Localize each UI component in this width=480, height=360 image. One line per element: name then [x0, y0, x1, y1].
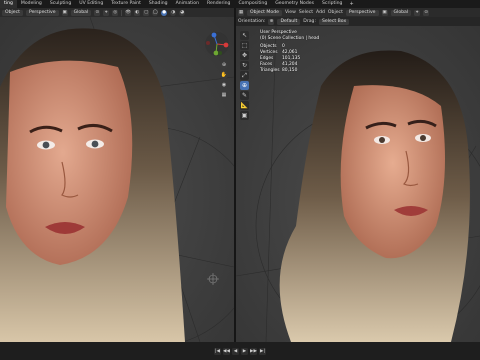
- tab-sculpting[interactable]: Sculpting: [46, 0, 75, 8]
- add-cube-icon[interactable]: ▣: [240, 111, 249, 120]
- navigation-gizmo[interactable]: [204, 31, 230, 57]
- snap-icon[interactable]: ⌖: [103, 9, 110, 16]
- view-icon[interactable]: ▣: [381, 9, 388, 16]
- menu-add[interactable]: Add: [316, 10, 325, 15]
- zoom-icon[interactable]: ⊕: [220, 61, 228, 69]
- pivot-icon[interactable]: ⊙: [423, 9, 430, 16]
- tab-uv-editing[interactable]: UV Editing: [75, 0, 107, 8]
- proportional-edit-icon[interactable]: ◎: [112, 9, 119, 16]
- jump-end-button[interactable]: ▶|: [259, 347, 266, 355]
- prev-keyframe-button[interactable]: ◀◀: [223, 347, 230, 355]
- rotate-icon[interactable]: ↻: [240, 61, 249, 70]
- tab-compositing[interactable]: Compositing: [234, 0, 271, 8]
- drag-label: Drag:: [303, 19, 316, 24]
- transform-icon[interactable]: ⊕: [240, 81, 249, 90]
- tab-modeling[interactable]: Modeling: [17, 0, 46, 8]
- menu-select[interactable]: Select: [299, 10, 313, 15]
- camera-icon[interactable]: ◉: [220, 81, 228, 89]
- tab-texture-paint[interactable]: Texture Paint: [107, 0, 145, 8]
- timeline-bar: |◀ ◀◀ ◀ ▶ ▶▶ ▶|: [0, 342, 480, 360]
- measure-icon[interactable]: 📐: [240, 101, 249, 110]
- view-perspective-dropdown[interactable]: Perspective: [345, 9, 379, 16]
- material-shading-icon[interactable]: ◑: [170, 9, 177, 16]
- move-icon[interactable]: ✥: [240, 51, 249, 60]
- header-separator: [121, 9, 123, 16]
- object-mode-dropdown[interactable]: Object Mode: [247, 9, 282, 16]
- next-keyframe-button[interactable]: ▶▶: [250, 347, 257, 355]
- tab-geometry-nodes[interactable]: Geometry Nodes: [271, 0, 318, 8]
- xray-icon[interactable]: ▢: [143, 9, 150, 16]
- statistics-overlay: User Perspective (0) Scene Collection | …: [260, 30, 319, 74]
- hand-pan-icon[interactable]: ✋: [220, 71, 228, 79]
- object-mode-dropdown[interactable]: Object: [2, 9, 23, 16]
- editor-type-icon[interactable]: ▦: [238, 9, 244, 16]
- transform-orientation-dropdown[interactable]: Global: [390, 9, 412, 16]
- view-perspective-dropdown[interactable]: Perspective: [25, 9, 59, 16]
- tool-shelf: ↖ ⬚ ✥ ↻ ⤢ ⊕ ✎ 📐 ▣: [240, 31, 249, 121]
- select-box-icon[interactable]: ⬚: [240, 41, 249, 50]
- stat-row: Triangles 80,150: [260, 68, 298, 73]
- right-viewport-header: ▦ Object Mode View Select Add Object Per…: [236, 8, 480, 17]
- right-3d-viewport[interactable]: User Perspective (0) Scene Collection | …: [236, 26, 480, 342]
- left-nav-buttons: ⊕ ✋ ◉ ▦: [220, 61, 228, 101]
- grid-icon[interactable]: ▦: [220, 91, 228, 99]
- pivot-icon[interactable]: ⊙: [94, 9, 101, 16]
- tab-shading[interactable]: Shading: [145, 0, 172, 8]
- wireframe-shading-icon[interactable]: ◯: [152, 9, 159, 16]
- drag-dropdown[interactable]: Select Box: [319, 18, 350, 25]
- orientation-icon[interactable]: ⊕: [268, 18, 275, 25]
- solid-shading-icon[interactable]: ●: [161, 9, 168, 16]
- play-button[interactable]: ▶: [241, 347, 248, 355]
- tab-layout[interactable]: ting: [0, 0, 17, 8]
- view-icon[interactable]: ▣: [61, 9, 68, 16]
- jump-start-button[interactable]: |◀: [214, 347, 221, 355]
- tab-animation[interactable]: Animation: [172, 0, 203, 8]
- cursor-icon[interactable]: ↖: [240, 31, 249, 40]
- snap-icon[interactable]: ⌖: [414, 9, 421, 16]
- visibility-icon[interactable]: 👁: [125, 9, 132, 16]
- menu-view[interactable]: View: [285, 10, 296, 15]
- scale-icon[interactable]: ⤢: [240, 71, 249, 80]
- tab-rendering[interactable]: Rendering: [203, 0, 234, 8]
- orientation-label: Orientation:: [238, 19, 266, 24]
- transform-orientation-dropdown[interactable]: Global: [70, 9, 92, 16]
- rendered-shading-icon[interactable]: ◕: [179, 9, 186, 16]
- play-reverse-button[interactable]: ◀: [232, 347, 239, 355]
- collection-path: (0) Scene Collection | head: [260, 36, 320, 41]
- left-viewport-header: Object Perspective ▣ Global ⊙ ⌖ ◎ 👁 ◐ ▢ …: [0, 8, 234, 17]
- tab-scripting[interactable]: Scripting: [318, 0, 346, 8]
- annotate-icon[interactable]: ✎: [240, 91, 249, 100]
- left-3d-viewport[interactable]: ⊕ ✋ ◉ ▦: [0, 17, 234, 342]
- face-shape: [340, 85, 445, 259]
- add-workspace-button[interactable]: +: [346, 0, 356, 8]
- left-viewport-scene: [0, 17, 234, 342]
- orientation-dropdown[interactable]: Default: [277, 18, 301, 25]
- right-tool-settings-bar: Orientation: ⊕ Default Drag: Select Box: [236, 17, 480, 26]
- workspace-tab-bar: ting Modeling Sculpting UV Editing Textu…: [0, 0, 480, 8]
- overlay-icon[interactable]: ◐: [134, 9, 141, 16]
- menu-object[interactable]: Object: [328, 10, 343, 15]
